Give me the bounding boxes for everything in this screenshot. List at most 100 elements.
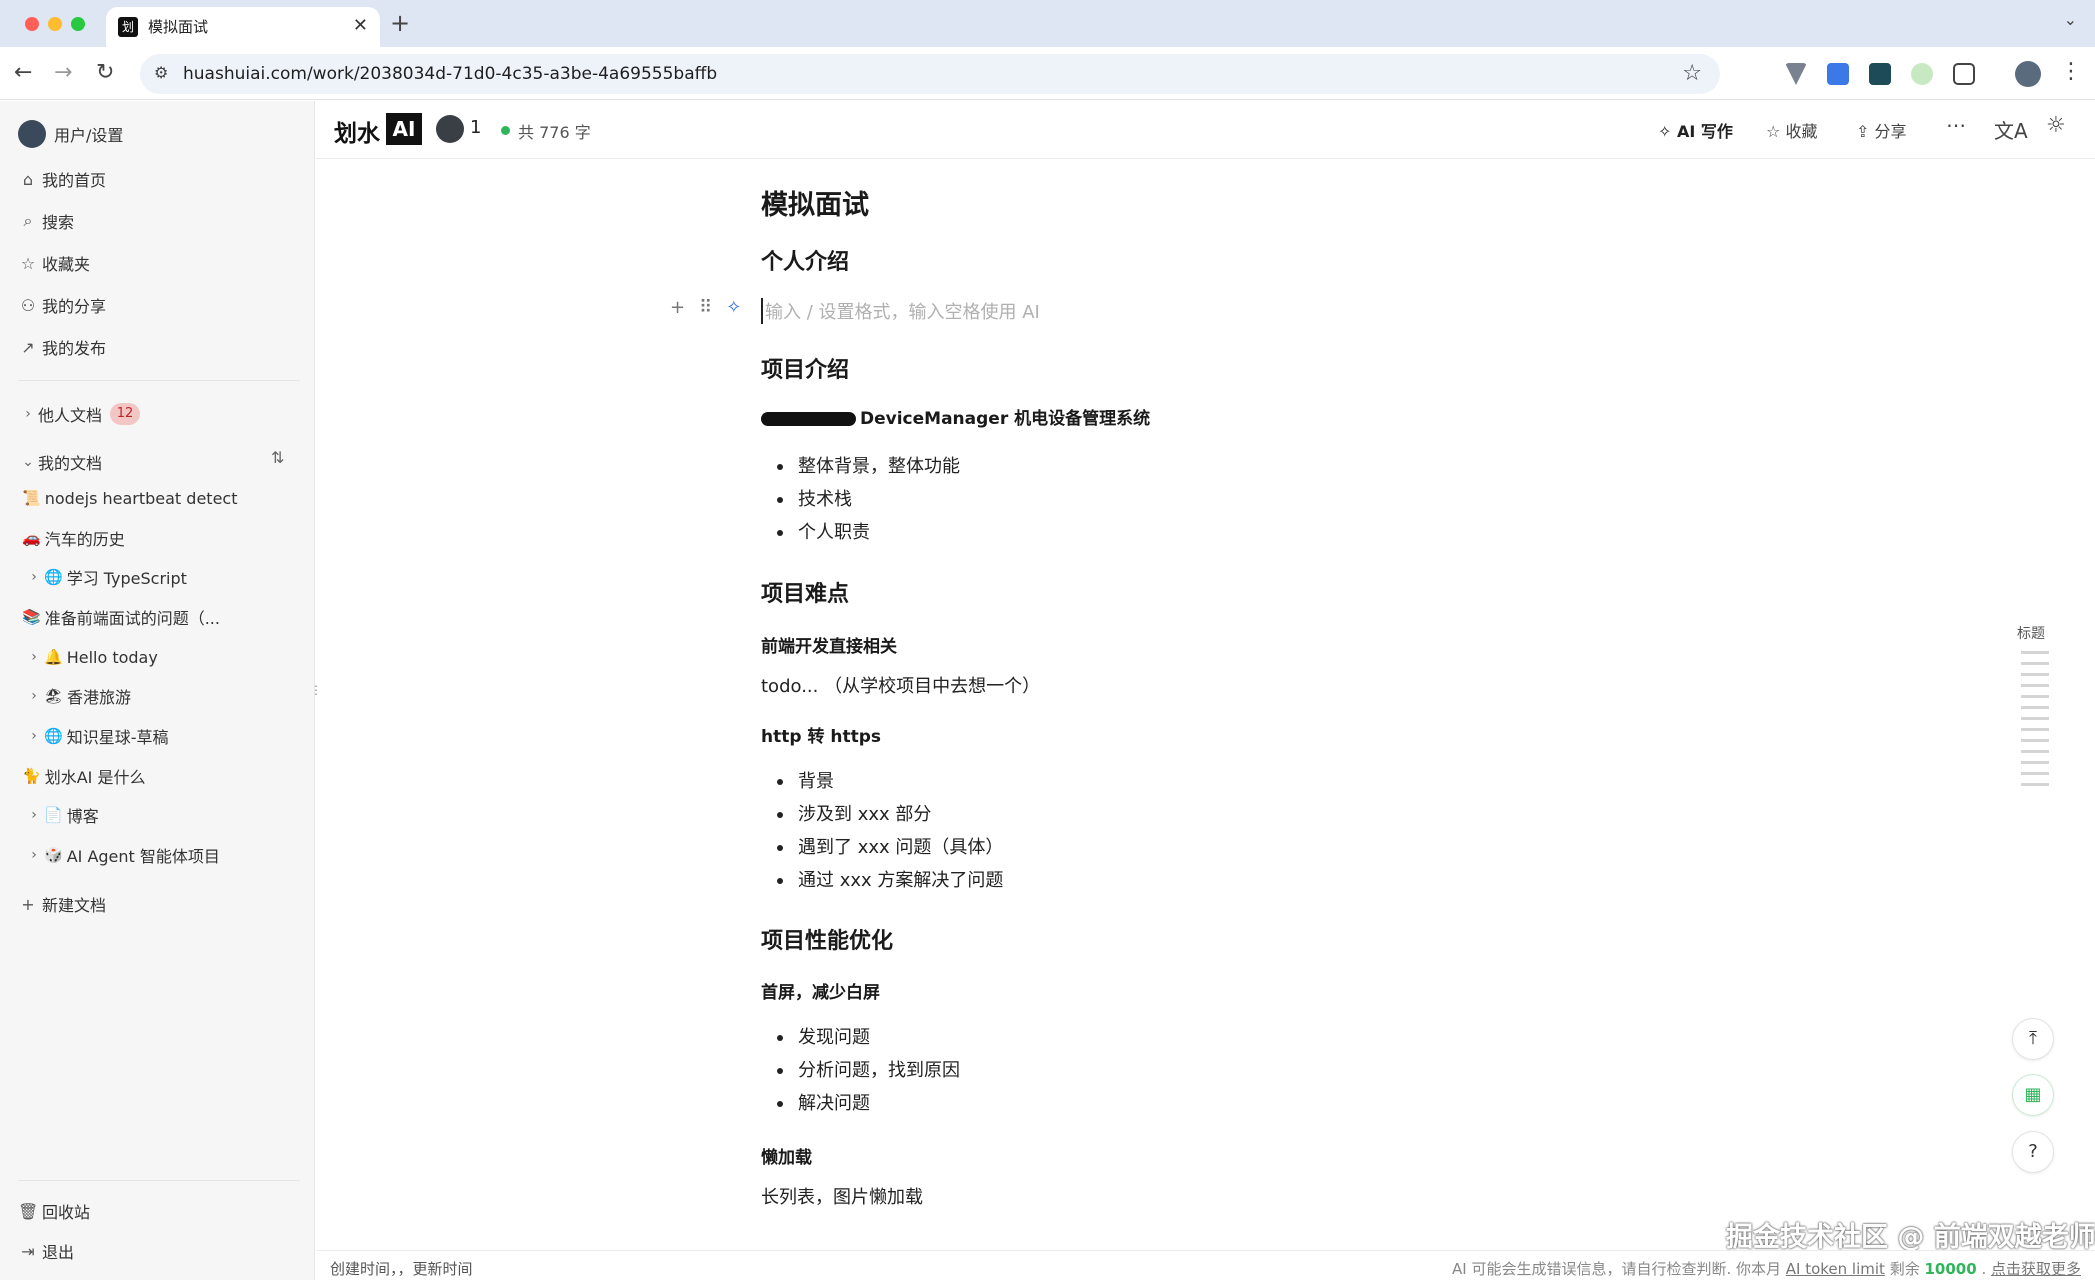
doc-item[interactable]: › 📄 博客 [24,799,99,831]
favorite-button[interactable]: ☆ 收藏 [1766,118,1817,142]
sidebar-item-my-docs[interactable]: ⌄ 我的文档 [18,446,102,478]
doc-title[interactable]: 模拟面试 [761,183,869,222]
doc-item[interactable]: › 🎲 AI Agent 智能体项目 [24,839,220,871]
chevron-right-icon[interactable]: › [24,649,44,665]
doc-item[interactable]: 📚 准备前端面试的问题（... [22,601,220,633]
outline-marker[interactable] [2021,750,2049,753]
outline-marker[interactable] [2021,739,2049,742]
doc-item[interactable]: › 🔔 Hello today [24,641,158,673]
outline-marker[interactable] [2021,772,2049,775]
outline-marker[interactable] [2021,706,2049,709]
list-item[interactable]: 通过 xxx 方案解决了问题 [761,864,1003,897]
doc-item[interactable]: › 🌐 知识星球-草稿 [24,720,168,752]
outline-marker[interactable] [2021,662,2049,665]
first-screen-bullet-list[interactable]: 发现问题 分析问题，找到原因 解决问题 [761,1021,960,1120]
outline-marker[interactable] [2021,695,2049,698]
subheading-frontend[interactable]: 前端开发直接相关 [761,632,897,657]
project-name[interactable]: DeviceManager 机电设备管理系统 [761,404,1150,429]
extension-green-icon[interactable] [1911,63,1933,85]
window-close-button[interactable] [25,17,39,31]
help-icon[interactable]: ? [2012,1131,2054,1173]
heading-difficulties[interactable]: 项目难点 [761,576,849,608]
get-more-link[interactable]: 点击获取更多 [1991,1260,2081,1278]
more-icon[interactable]: ⋯ [1946,113,1966,137]
window-minimize-button[interactable] [48,17,62,31]
subheading-first-screen[interactable]: 首屏，减少白屏 [761,978,880,1003]
collaborator-avatar[interactable] [436,115,464,143]
url-text[interactable]: huashuiai.com/work/2038034d-71d0-4c35-a3… [183,64,717,84]
doc-item[interactable]: 📜 nodejs heartbeat detect [22,482,237,514]
doc-item[interactable]: › 🌐 学习 TypeScript [24,561,187,593]
chevron-right-icon[interactable]: › [24,728,44,744]
tab-close-icon[interactable]: ✕ [353,15,368,37]
empty-paragraph-input[interactable]: 输入 / 设置格式，输入空格使用 AI [761,298,1040,324]
browser-tab-active[interactable]: 划 模拟面试 ✕ [106,7,380,47]
chevron-right-icon[interactable]: › [24,847,44,863]
browser-menu-icon[interactable]: ⋮ [2060,59,2082,84]
list-item[interactable]: 技术栈 [761,483,960,516]
sidebar-item-favorites[interactable]: ☆ 收藏夹 [18,247,90,279]
scroll-top-icon[interactable]: ⤒ [2012,1018,2054,1060]
qrcode-icon[interactable]: ▦ [2012,1074,2054,1116]
extension-react-icon[interactable] [1869,63,1891,85]
theme-sun-icon[interactable]: ☼ [2046,113,2066,138]
heading-project-intro[interactable]: 项目介绍 [761,352,849,384]
outline-marker[interactable] [2021,717,2049,720]
reload-icon[interactable]: ↻ [96,59,114,87]
ai-sparkle-icon[interactable]: ✧ [726,297,741,318]
https-bullet-list[interactable]: 背景 涉及到 xxx 部分 遇到了 xxx 问题（具体） 通过 xxx 方案解决… [761,765,1003,897]
translate-icon[interactable]: 文A [1994,115,2028,144]
subheading-lazy-load[interactable]: 懒加载 [761,1143,812,1168]
tab-list-chevron-icon[interactable]: ⌄ [2064,10,2077,29]
logo-ai-badge[interactable]: AI [386,113,422,145]
extension-translate-icon[interactable] [1827,63,1849,85]
window-zoom-button[interactable] [71,17,85,31]
list-item[interactable]: 个人职责 [761,516,960,549]
outline-marker[interactable] [2021,761,2049,764]
outline-marker[interactable] [2021,684,2049,687]
subheading-https[interactable]: http 转 https [761,722,881,747]
sort-icon[interactable]: ⇅ [271,448,284,467]
list-item[interactable]: 涉及到 xxx 部分 [761,798,1003,831]
address-bar[interactable]: ⚙ huashuiai.com/work/2038034d-71d0-4c35-… [140,54,1720,94]
browser-profile-avatar[interactable] [2015,61,2041,87]
sidebar-item-home[interactable]: ⌂ 我的首页 [18,163,106,195]
extension-vue-icon[interactable] [1785,63,1807,85]
doc-item[interactable]: 🚗 汽车的历史 [22,522,125,554]
extensions-puzzle-icon[interactable] [1953,63,1975,85]
logo-text[interactable]: 划水 [334,114,380,148]
list-item[interactable]: 解决问题 [761,1087,960,1120]
paragraph-todo[interactable]: todo... （从学校项目中去想一个） [761,672,1040,698]
list-item[interactable]: 整体背景，整体功能 [761,450,960,483]
list-item[interactable]: 背景 [761,765,1003,798]
share-button[interactable]: ⇪ 分享 [1856,118,1907,142]
ai-write-button[interactable]: ✧ AI 写作 [1658,118,1733,142]
sidebar-item-my-shares[interactable]: ⚇ 我的分享 [18,289,106,321]
doc-item[interactable]: › 🏖 香港旅游 [24,680,131,712]
chevron-right-icon[interactable]: › [24,569,44,585]
heading-intro[interactable]: 个人介绍 [761,244,849,276]
new-tab-button[interactable]: + [390,9,410,37]
new-doc-button[interactable]: + 新建文档 [18,888,106,920]
back-arrow-icon[interactable]: ← [14,59,32,87]
bookmark-star-icon[interactable]: ☆ [1682,61,1702,86]
token-limit-link[interactable]: AI token limit [1786,1260,1885,1278]
outline-marker[interactable] [2021,673,2049,676]
site-settings-icon[interactable]: ⚙ [154,63,168,82]
outline-marker[interactable] [2021,651,2049,654]
list-item[interactable]: 遇到了 xxx 问题（具体） [761,831,1003,864]
drag-handle-icon[interactable]: ⠿ [699,297,712,318]
editor-content[interactable]: 模拟面试 个人介绍 + ⠿ ✧ 输入 / 设置格式，输入空格使用 AI 项目介绍 D… [316,160,2095,1250]
add-block-icon[interactable]: + [670,297,685,318]
forward-arrow-icon[interactable]: → [54,59,72,87]
project-bullet-list[interactable]: 整体背景，整体功能 技术栈 个人职责 [761,450,960,549]
sidebar-item-search[interactable]: ⌕ 搜索 [18,205,75,237]
outline-marker[interactable] [2021,783,2049,786]
list-item[interactable]: 发现问题 [761,1021,960,1054]
chevron-right-icon[interactable]: › [24,807,44,823]
chevron-right-icon[interactable]: › [24,688,44,704]
paragraph-lazy-load[interactable]: 长列表，图片懒加载 [761,1183,923,1209]
user-settings[interactable]: 用户/设置 [18,118,123,150]
sidebar-item-trash[interactable]: 🗑 回收站 [18,1195,90,1227]
list-item[interactable]: 分析问题，找到原因 [761,1054,960,1087]
